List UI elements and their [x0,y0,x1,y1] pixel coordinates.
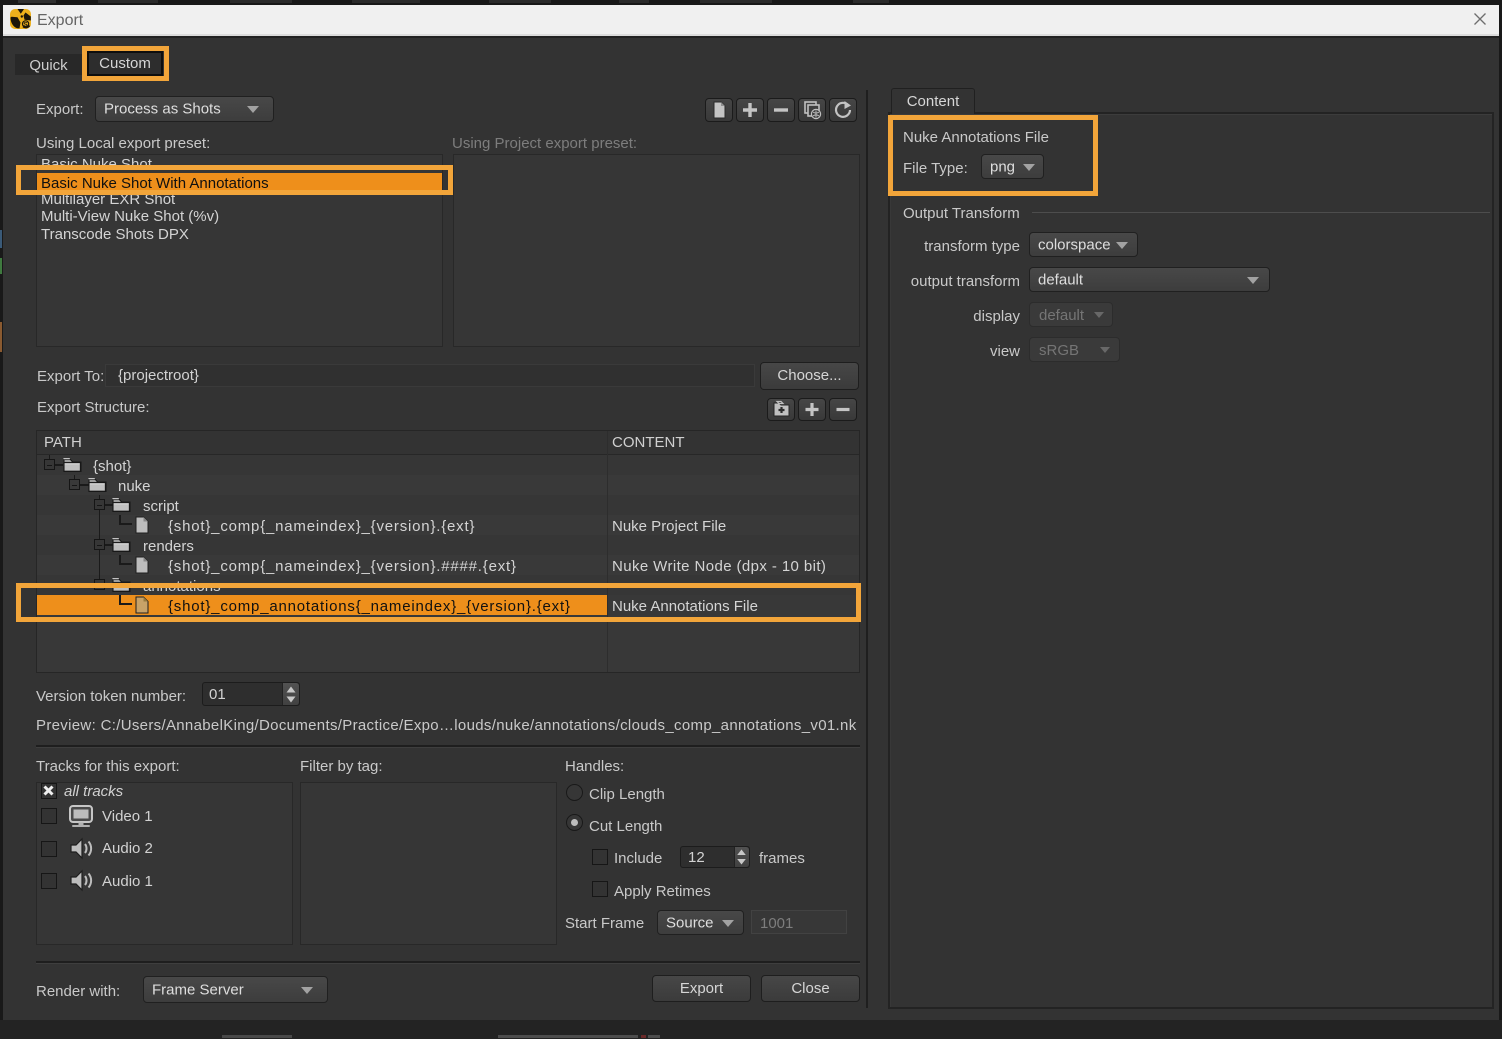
svg-text:S: S [23,22,28,29]
